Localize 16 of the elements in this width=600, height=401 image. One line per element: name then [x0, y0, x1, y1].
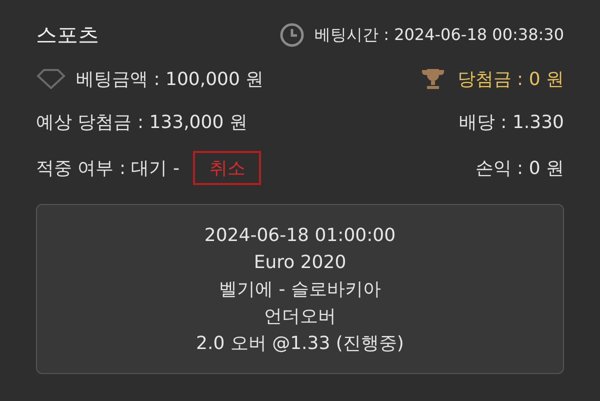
diamond-icon	[36, 68, 66, 90]
detail-line: Euro 2020	[254, 250, 346, 274]
winnings: 당첨금 : 0 원	[457, 68, 564, 91]
odds: 배당 : 1.330	[458, 111, 564, 134]
detail-line: 벨기에 - 슬로바키아	[219, 278, 381, 302]
bet-amount: 베팅금액 : 100,000 원	[76, 68, 264, 91]
cancel-button[interactable]: 취소	[193, 151, 262, 185]
clock-icon	[278, 22, 304, 48]
expected-winnings: 예상 당첨금 : 133,000 원	[36, 111, 248, 134]
detail-line: 언더오버	[264, 304, 336, 328]
bet-time: 베팅시간 : 2024-06-18 00:38:30	[314, 24, 564, 46]
detail-line: 2.0 오버 @1.33 (진행중)	[196, 332, 404, 356]
result-status: 적중 여부 : 대기 -	[36, 157, 180, 180]
section-title: 스포츠	[36, 22, 99, 49]
detail-line: 2024-06-18 01:00:00	[204, 224, 396, 248]
profit: 손익 : 0 원	[475, 157, 564, 180]
